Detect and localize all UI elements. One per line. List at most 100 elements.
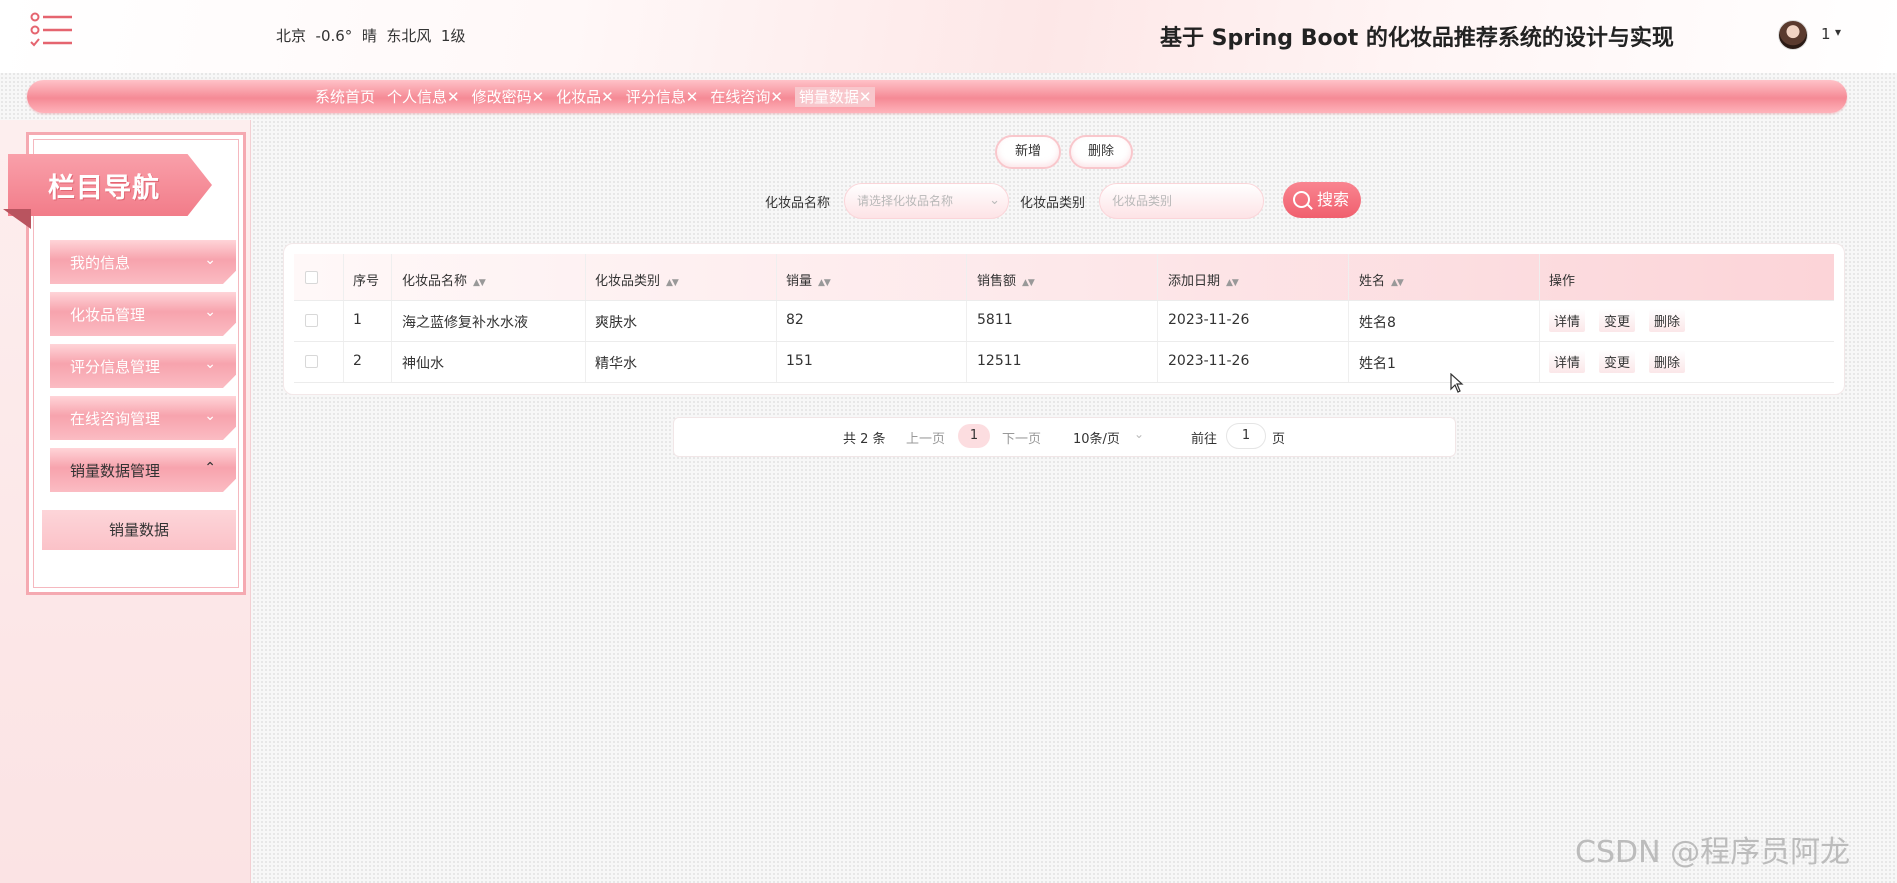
chevron-down-icon: ⌄ <box>204 304 216 320</box>
cell-no: 2 <box>353 353 362 369</box>
row-checkbox[interactable] <box>305 355 318 368</box>
page-title: 基于 Spring Boot 的化妆品推荐系统的设计与实现 <box>1160 26 1674 51</box>
tab-sales-data[interactable]: 销量数据✕ <box>794 87 876 107</box>
sidebar-item-sales-mgmt[interactable]: 销量数据管理 ⌃ <box>50 448 236 492</box>
sort-icon[interactable]: ▲▼ <box>666 278 679 288</box>
chevron-down-icon: ⌄ <box>204 252 216 268</box>
page-size-select[interactable]: 10条/页 <box>1073 428 1120 447</box>
row-divider <box>294 341 1834 342</box>
page-number-current[interactable]: 1 <box>958 424 990 448</box>
sort-icon[interactable]: ▲▼ <box>818 278 831 288</box>
column-header-no: 序号 <box>353 274 380 289</box>
column-divider <box>391 254 392 383</box>
chevron-up-icon: ⌃ <box>204 460 216 476</box>
detail-button[interactable]: 详情 <box>1549 309 1586 332</box>
nav-banner-title: 栏目导航 <box>48 173 160 204</box>
column-header-amount-label: 销售额 <box>977 274 1017 289</box>
tab-home[interactable]: 系统首页 <box>315 87 375 107</box>
change-button[interactable]: 变更 <box>1599 350 1636 373</box>
row-checkbox[interactable] <box>305 314 318 327</box>
sidebar-item-label: 评分信息管理 <box>70 358 161 376</box>
cell-name: 神仙水 <box>402 356 444 372</box>
cosmetic-name-select[interactable]: 请选择化妆品名称 ⌄ <box>844 183 1009 219</box>
caret-down-icon[interactable]: ▾ <box>1835 25 1841 39</box>
column-divider <box>1539 254 1540 383</box>
cosmetic-type-placeholder: 化妆品类别 <box>1112 194 1173 208</box>
column-header-type-label: 化妆品类别 <box>595 274 661 289</box>
weather-info: 北京 -0.6° 晴 东北风 1级 <box>276 27 466 45</box>
cell-amount: 5811 <box>977 312 1013 328</box>
delete-button[interactable]: 删除 <box>1069 135 1133 169</box>
sidebar-item-label: 化妆品管理 <box>70 306 146 324</box>
sidebar-item-ratings-mgmt[interactable]: 评分信息管理 ⌄ <box>50 344 236 388</box>
sort-icon[interactable]: ▲▼ <box>1022 278 1035 288</box>
sort-icon[interactable]: ▲▼ <box>1226 278 1239 288</box>
sidebar-item-consultation-mgmt[interactable]: 在线咨询管理 ⌄ <box>50 396 236 440</box>
add-button[interactable]: 新增 <box>995 135 1061 169</box>
cosmetic-name-placeholder: 请选择化妆品名称 <box>857 194 954 208</box>
sidebar-item-label: 销量数据管理 <box>70 462 161 480</box>
row-delete-button[interactable]: 删除 <box>1649 350 1686 373</box>
cosmetic-name-label: 化妆品名称 <box>765 196 831 211</box>
sidebar-item-label: 我的信息 <box>70 254 131 272</box>
tab-change-password[interactable]: 修改密码✕ <box>472 87 545 107</box>
sidebar-item-cosmetics-mgmt[interactable]: 化妆品管理 ⌄ <box>50 292 236 336</box>
column-divider <box>1348 254 1349 383</box>
avatar[interactable] <box>1778 20 1808 50</box>
chevron-down-icon: ⌄ <box>204 408 216 424</box>
sort-icon[interactable]: ▲▼ <box>473 278 486 288</box>
column-header-amount[interactable]: 销售额 ▲▼ <box>977 270 1035 289</box>
cell-amount: 12511 <box>977 353 1022 369</box>
search-button[interactable]: 搜索 <box>1283 182 1361 218</box>
chevron-down-icon[interactable]: ⌄ <box>1134 427 1144 441</box>
search-button-label: 搜索 <box>1317 190 1350 209</box>
column-header-qty-label: 销量 <box>786 274 813 289</box>
cell-no: 1 <box>353 312 362 328</box>
user-name[interactable]: 1 <box>1821 25 1831 43</box>
cell-person: 姓名8 <box>1359 315 1396 331</box>
sidebar-subitem-sales-data[interactable]: 销量数据 <box>42 510 236 550</box>
select-all-checkbox[interactable] <box>305 271 318 284</box>
column-header-person[interactable]: 姓名 ▲▼ <box>1359 270 1404 289</box>
row-divider <box>294 300 1834 301</box>
search-icon <box>1293 191 1310 208</box>
tab-bar: 系统首页 个人信息✕ 修改密码✕ 化妆品✕ 评分信息✕ 在线咨询✕ 销量数据✕ <box>27 80 1847 113</box>
next-page-button[interactable]: 下一页 <box>1002 428 1041 447</box>
sidebar-item-label: 在线咨询管理 <box>70 410 161 428</box>
sidebar-item-my-info[interactable]: 我的信息 ⌄ <box>50 240 236 284</box>
column-header-qty[interactable]: 销量 ▲▼ <box>786 270 831 289</box>
cell-person: 姓名1 <box>1359 356 1396 372</box>
tab-profile[interactable]: 个人信息✕ <box>387 87 460 107</box>
column-header-name[interactable]: 化妆品名称 ▲▼ <box>402 270 486 289</box>
row-delete-button[interactable]: 删除 <box>1649 309 1686 332</box>
column-divider <box>1157 254 1158 383</box>
column-divider <box>585 254 586 383</box>
column-header-type[interactable]: 化妆品类别 ▲▼ <box>595 270 679 289</box>
watermark: CSDN @程序员阿龙 <box>1575 835 1851 870</box>
mouse-cursor-icon <box>1450 373 1464 393</box>
detail-button[interactable]: 详情 <box>1549 350 1586 373</box>
change-button[interactable]: 变更 <box>1599 309 1636 332</box>
page-unit-label: 页 <box>1272 432 1286 447</box>
goto-page-input[interactable]: 1 <box>1226 423 1266 449</box>
cosmetic-type-input[interactable]: 化妆品类别 <box>1099 183 1264 219</box>
prev-page-button[interactable]: 上一页 <box>906 428 945 447</box>
cell-type: 精华水 <box>595 356 637 372</box>
column-divider <box>966 254 967 383</box>
column-divider <box>776 254 777 383</box>
tab-ratings[interactable]: 评分信息✕ <box>626 87 699 107</box>
sort-icon[interactable]: ▲▼ <box>1391 278 1404 288</box>
column-header-date[interactable]: 添加日期 ▲▼ <box>1168 270 1239 289</box>
column-header-name-label: 化妆品名称 <box>402 274 468 289</box>
cell-qty: 82 <box>786 312 804 328</box>
row-divider <box>294 382 1834 383</box>
menu-list-icon[interactable] <box>30 12 74 48</box>
column-header-date-label: 添加日期 <box>1168 274 1221 289</box>
tab-cosmetics[interactable]: 化妆品✕ <box>556 87 614 107</box>
cell-name: 海之蓝修复补水水液 <box>402 315 528 331</box>
table-header <box>294 254 1834 300</box>
cell-qty: 151 <box>786 353 813 369</box>
column-header-person-label: 姓名 <box>1359 274 1386 289</box>
cell-date: 2023-11-26 <box>1168 312 1250 328</box>
tab-consultation[interactable]: 在线咨询✕ <box>710 87 783 107</box>
